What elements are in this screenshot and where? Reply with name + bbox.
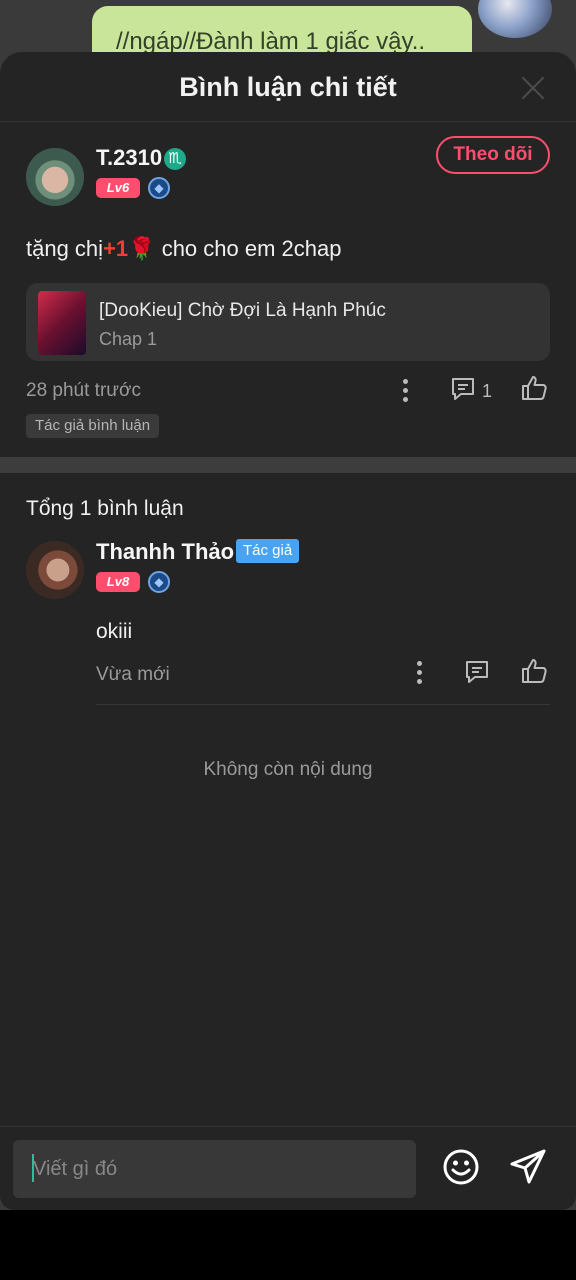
chat-avatar	[478, 0, 552, 38]
plus-one-emoji: +1	[103, 236, 129, 261]
comment-time: 28 phút trước	[26, 380, 141, 401]
total-comments-label: Tổng 1 bình luận	[26, 497, 184, 520]
comment-input[interactable]	[33, 1140, 403, 1198]
like-icon[interactable]	[520, 374, 548, 402]
emoji-icon[interactable]	[442, 1148, 480, 1186]
chapter-number: Chap 1	[99, 329, 158, 349]
comment-detail-sheet: Bình luận chi tiết T.2310 ♏ Lv6 ◆ Theo dõ…	[0, 52, 576, 1210]
send-icon[interactable]	[509, 1148, 547, 1186]
sheet-header: Bình luận chi tiết	[0, 52, 576, 122]
author-badge: Tác giả	[236, 539, 300, 563]
close-icon[interactable]	[520, 75, 546, 101]
reply-text: okiii	[96, 620, 133, 643]
comment-text-after: cho cho em 2chap	[161, 236, 342, 261]
comment-composer	[0, 1126, 576, 1210]
reply-time: Vừa mới	[96, 664, 170, 685]
end-of-list-label: Không còn nội dung	[203, 759, 373, 780]
reply-divider	[96, 704, 550, 705]
comment-icon[interactable]	[450, 376, 476, 402]
follow-button[interactable]: Theo dõi	[436, 136, 550, 174]
avatar[interactable]	[26, 541, 84, 599]
more-icon[interactable]	[403, 379, 409, 403]
section-divider	[0, 457, 576, 473]
level-badge: Lv6	[96, 178, 140, 198]
avatar[interactable]	[26, 148, 84, 206]
author-commented-tag: Tác giả bình luận	[26, 414, 160, 438]
comment-text: tặng chị+1🌹 cho cho em 2chap	[26, 236, 341, 262]
chapter-card[interactable]: [DooKieu] Chờ Đợi Là Hạnh Phúc Chap 1	[26, 283, 550, 361]
comment-icon[interactable]	[464, 659, 490, 685]
sheet-title: Bình luận chi tiết	[179, 72, 397, 102]
reply-count: 1	[482, 381, 493, 401]
comment-text-before: tặng chị	[26, 236, 104, 261]
zodiac-icon: ♏	[164, 148, 187, 170]
more-icon[interactable]	[417, 661, 423, 685]
chapter-title: [DooKieu] Chờ Đợi Là Hạnh Phúc	[99, 300, 386, 321]
commenter-name[interactable]: T.2310 ♏	[96, 145, 187, 171]
reply-username[interactable]: Thanhh Thảo	[96, 539, 234, 565]
gem-icon: ◆	[148, 177, 170, 199]
gem-icon: ◆	[148, 571, 170, 593]
chapter-thumbnail	[38, 291, 86, 355]
rose-emoji: 🌹	[128, 236, 156, 261]
like-icon[interactable]	[520, 657, 548, 685]
comment-input-box[interactable]	[13, 1140, 416, 1198]
level-badge: Lv8	[96, 572, 140, 592]
username: T.2310	[96, 145, 163, 170]
